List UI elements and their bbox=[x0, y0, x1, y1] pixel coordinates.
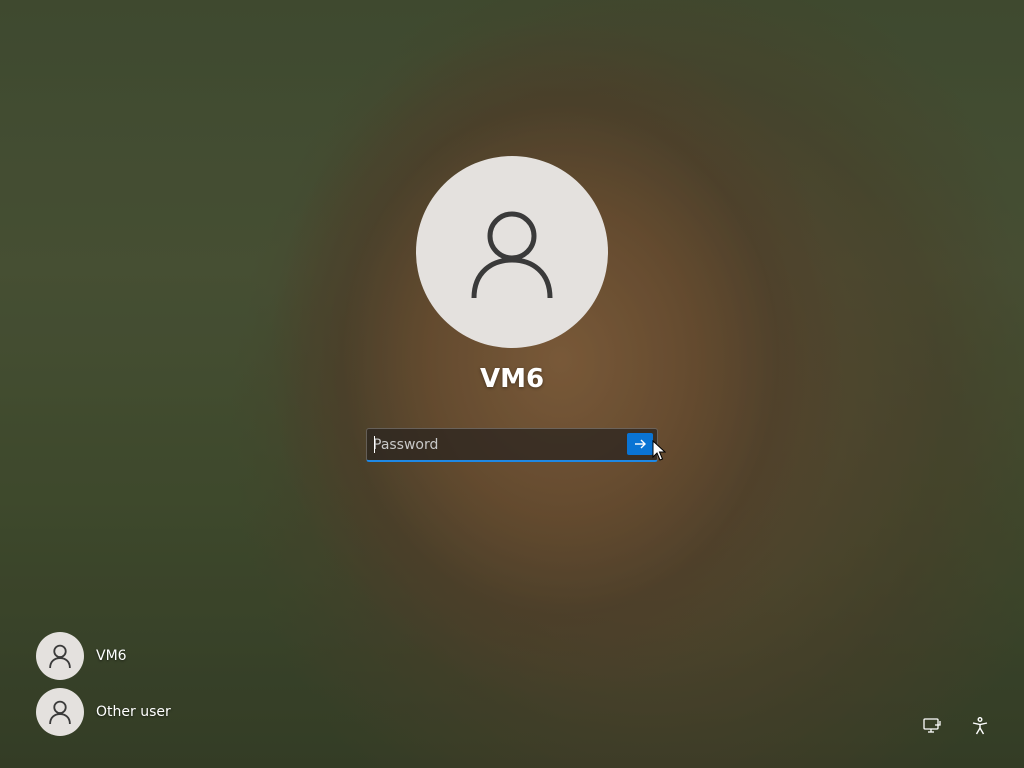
person-icon bbox=[49, 644, 71, 669]
person-icon bbox=[49, 700, 71, 725]
accessibility-icon bbox=[972, 717, 988, 735]
user-list-item-other-user[interactable]: Other user bbox=[36, 688, 171, 736]
submit-button[interactable] bbox=[627, 433, 653, 455]
network-button[interactable] bbox=[920, 714, 944, 738]
password-field[interactable] bbox=[366, 428, 658, 462]
mouse-cursor-icon bbox=[652, 440, 666, 461]
accessibility-button[interactable] bbox=[968, 714, 992, 738]
user-list-item-label: VM6 bbox=[96, 648, 127, 664]
lock-screen: VM6 VM6 Other user bbox=[0, 0, 1024, 768]
network-icon bbox=[923, 718, 941, 733]
arrow-right-icon bbox=[635, 439, 646, 449]
avatar bbox=[36, 688, 84, 736]
user-list: VM6 Other user bbox=[36, 632, 171, 744]
user-name: VM6 bbox=[479, 364, 545, 394]
user-list-item-label: Other user bbox=[96, 704, 171, 720]
person-icon bbox=[471, 211, 553, 299]
user-avatar bbox=[416, 156, 608, 348]
text-caret bbox=[374, 436, 375, 453]
password-input[interactable] bbox=[373, 433, 617, 457]
avatar bbox=[36, 632, 84, 680]
user-list-item-vm6[interactable]: VM6 bbox=[36, 632, 171, 680]
